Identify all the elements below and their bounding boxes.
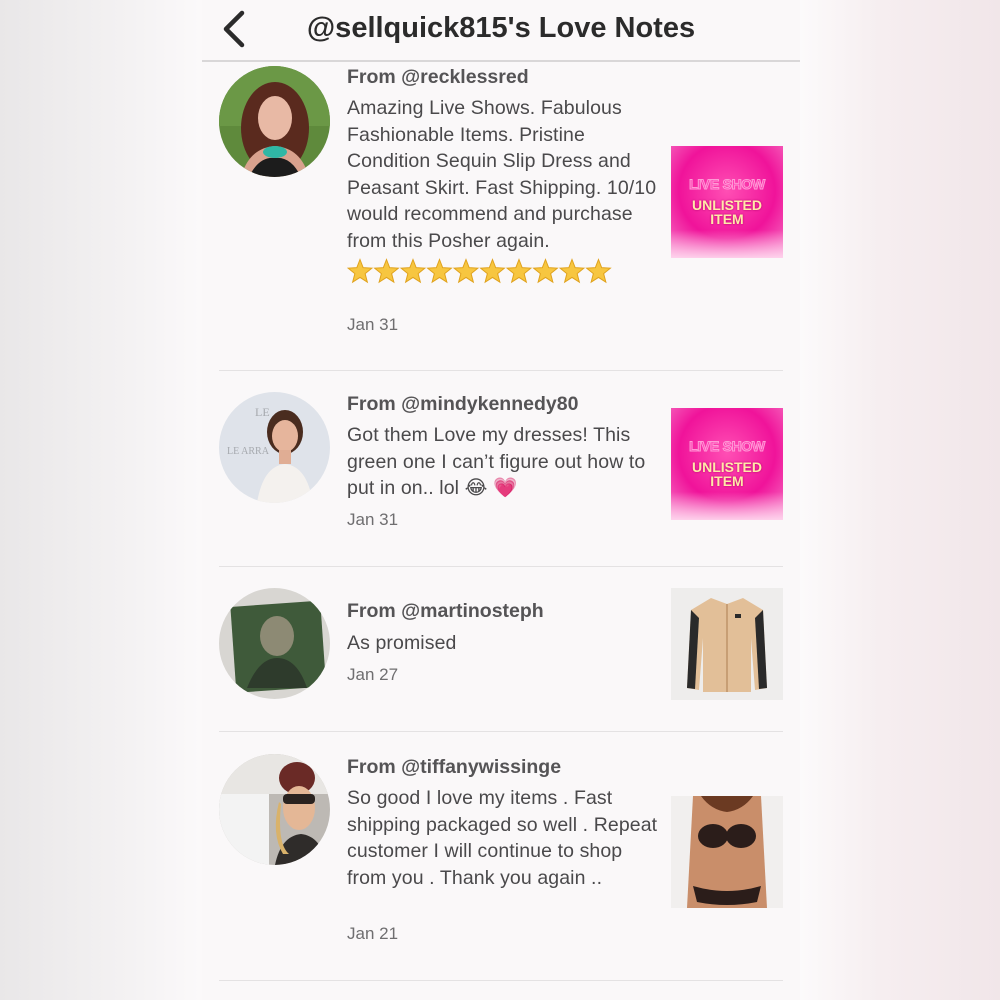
- note-text-content: Amazing Live Shows. Fabulous Fashionable…: [347, 97, 657, 252]
- divider: [219, 980, 783, 981]
- star-rating: [346, 258, 662, 292]
- back-button[interactable]: [218, 9, 252, 49]
- note-text: As promised: [347, 632, 457, 654]
- listing-thumbnail[interactable]: [671, 796, 783, 908]
- promo-glow: [671, 492, 783, 520]
- note-date: Jan 27: [347, 665, 399, 684]
- star-icon: [505, 258, 533, 284]
- star-icon: [479, 258, 506, 284]
- chevron-left-icon: [223, 10, 245, 48]
- star-icon: [399, 258, 427, 284]
- note-text: So good I love my items . Fast shipping …: [347, 787, 658, 889]
- divider: [219, 566, 783, 567]
- promo-line3-text: ITEM: [710, 473, 744, 489]
- svg-text:LE ARRA: LE ARRA: [227, 446, 270, 457]
- avatar[interactable]: [219, 66, 330, 177]
- header-bar: @sellquick815's Love Notes: [202, 0, 800, 62]
- live-show-promo-image: LIVE SHOW UNLISTED ITEM: [671, 146, 783, 258]
- note-date: Jan 31: [347, 315, 399, 334]
- note-date: Jan 31: [347, 510, 399, 529]
- love-notes-screen: @sellquick815's Love Notes From @reckles…: [202, 0, 800, 1000]
- listing-thumbnail[interactable]: [671, 588, 783, 700]
- star-icon: [346, 258, 374, 284]
- note-author[interactable]: From @martinosteph: [347, 600, 544, 623]
- star-icon: [373, 258, 400, 284]
- svg-text:LE: LE: [255, 405, 270, 419]
- promo-line2: UNLISTED ITEM: [671, 198, 783, 226]
- star-icon: [585, 258, 612, 284]
- star-icon: [452, 258, 480, 284]
- page-title: @sellquick815's Love Notes: [306, 12, 696, 44]
- promo-line2: UNLISTED ITEM: [671, 460, 783, 488]
- divider: [219, 731, 783, 732]
- note-author[interactable]: From @recklessred: [347, 66, 529, 89]
- note-date: Jan 21: [347, 924, 399, 943]
- star-icon: [532, 258, 559, 284]
- star-icon: [558, 258, 586, 284]
- live-show-promo-image: LIVE SHOW UNLISTED ITEM: [671, 408, 783, 520]
- promo-glow: [671, 230, 783, 258]
- listing-thumbnail[interactable]: LIVE SHOW UNLISTED ITEM: [671, 408, 783, 520]
- note-author[interactable]: From @tiffanywissinge: [347, 756, 561, 779]
- promo-line1: LIVE SHOW: [689, 438, 766, 455]
- promo-line1: LIVE SHOW: [689, 176, 766, 193]
- jacket-image: [671, 588, 783, 700]
- avatar[interactable]: LE ARRA LE: [219, 392, 330, 503]
- star-icon: [426, 258, 453, 284]
- listing-thumbnail[interactable]: LIVE SHOW UNLISTED ITEM: [671, 146, 783, 258]
- swimwear-image: [671, 796, 783, 908]
- avatar[interactable]: [219, 588, 330, 699]
- promo-line3-text: ITEM: [710, 211, 744, 227]
- divider: [219, 370, 783, 371]
- note-text: Got them Love my dresses! This green one…: [347, 424, 646, 499]
- note-text: Amazing Live Shows. Fabulous Fashionable…: [346, 95, 662, 292]
- note-author[interactable]: From @mindykennedy80: [347, 393, 578, 416]
- avatar[interactable]: [219, 754, 330, 865]
